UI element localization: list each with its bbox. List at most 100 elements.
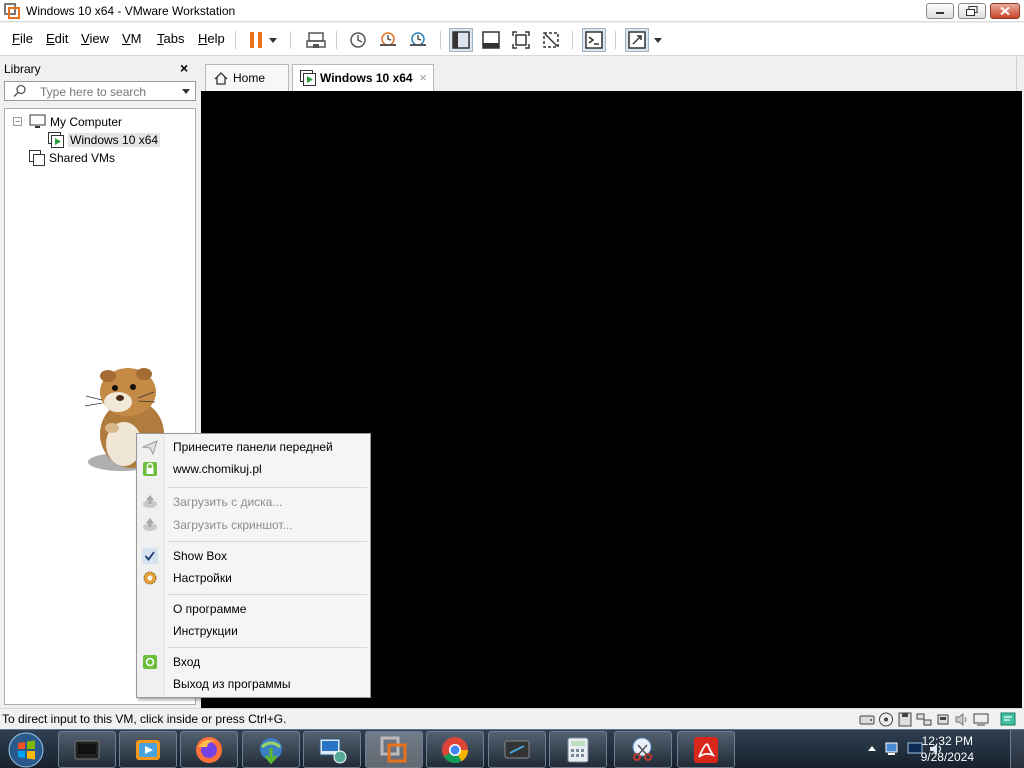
menu-tabs[interactable]: Tabs (157, 31, 184, 46)
screen-capture-icon (504, 740, 530, 758)
stretch-dropdown-button[interactable] (651, 28, 665, 52)
menu-item-label: Show Box (173, 549, 228, 563)
menu-item-upload-screenshot[interactable]: Загрузить скриншот... (137, 514, 370, 536)
library-close-button[interactable]: × (180, 60, 188, 76)
minimize-button[interactable] (926, 3, 954, 19)
menu-item-exit[interactable]: Выход из программы (137, 673, 370, 695)
restore-button[interactable] (958, 3, 986, 19)
hdd-icon[interactable] (859, 712, 875, 727)
menu-view[interactable]: View (81, 31, 109, 46)
network-tray-icon[interactable] (884, 741, 900, 757)
minimize-icon (936, 12, 944, 14)
start-button[interactable] (6, 731, 46, 768)
menu-tabs-label: abs (163, 31, 185, 46)
window-title: Windows 10 x64 - VMware Workstation (26, 4, 236, 18)
tree-item-my-computer[interactable]: My Computer (29, 114, 122, 129)
unity-button[interactable] (539, 28, 563, 52)
thumbnail-bar-button[interactable] (479, 28, 503, 52)
firefox-icon (196, 736, 222, 763)
menu-vm[interactable]: VM (122, 31, 142, 46)
menu-file[interactable]: File (12, 31, 33, 46)
clock-date: 9/28/2024 (920, 750, 974, 764)
menu-item-show-box[interactable]: Show Box (137, 545, 370, 567)
menu-item-about[interactable]: О программе (137, 598, 370, 620)
menu-file-label: ile (19, 31, 33, 46)
search-dropdown-icon[interactable] (182, 89, 190, 94)
menu-help[interactable]: Help (198, 31, 225, 46)
console-icon (585, 31, 603, 49)
take-snapshot-button[interactable] (346, 28, 370, 52)
stretch-guest-button[interactable] (625, 28, 649, 52)
taskbar-app-acrobat[interactable] (677, 731, 735, 768)
taskbar-app-snipping-tool[interactable] (614, 731, 672, 768)
taskbar-app-vmware-tray[interactable] (58, 731, 116, 768)
tab-close-button[interactable]: × (419, 70, 427, 85)
close-window-button[interactable] (990, 3, 1020, 19)
show-hidden-icon[interactable] (868, 745, 876, 751)
snipping-tool-icon (632, 737, 652, 761)
show-library-button[interactable] (449, 28, 473, 52)
menu-separator (167, 541, 367, 542)
power-dropdown-button[interactable] (266, 28, 280, 52)
cd-icon[interactable] (878, 712, 894, 727)
tab-home[interactable]: Home (205, 64, 289, 91)
menu-help-label: elp (207, 31, 225, 46)
taskbar-app-chrome[interactable] (426, 731, 484, 768)
taskbar-app-firefox[interactable] (180, 731, 238, 768)
usb-icon[interactable] (935, 712, 951, 727)
revert-snapshot-button[interactable] (376, 28, 400, 52)
clock[interactable]: 12:32 PM 9/28/2024 (921, 733, 974, 765)
status-bar: To direct input to this VM, click inside… (0, 708, 1024, 729)
console-view-button[interactable] (582, 28, 606, 52)
library-search-input[interactable]: Type here to search (4, 81, 196, 101)
menu-item-instructions[interactable]: Инструкции (137, 620, 370, 642)
pause-button[interactable] (244, 28, 268, 52)
fullscreen-icon (512, 31, 530, 49)
upload-screenshot-icon (143, 518, 157, 531)
menu-edit-label: dit (54, 31, 69, 46)
tree-item-windows-10-x64[interactable]: Windows 10 x64 (48, 132, 161, 148)
menu-item-login[interactable]: Вход (137, 651, 370, 673)
menu-item-chomikuj[interactable]: www.chomikuj.pl (137, 458, 370, 480)
toolbar-separator (615, 31, 616, 49)
show-desktop-button[interactable] (1010, 730, 1024, 768)
menu-item-bring-panels-front[interactable]: Принесите панели передней (137, 436, 370, 458)
taskbar-app-idm[interactable] (242, 731, 300, 768)
upload-disk-icon (143, 495, 157, 508)
menu-edit[interactable]: Edit (46, 31, 68, 46)
toolbar-separator (440, 31, 441, 49)
message-icon[interactable] (1000, 712, 1016, 727)
idm-icon (260, 737, 282, 764)
tab-scroll-area (1016, 57, 1024, 91)
taskbar-app-screen-capture[interactable] (488, 731, 546, 768)
menu-separator (167, 594, 367, 595)
taskbar-app-calculator[interactable] (549, 731, 607, 768)
menu-item-settings[interactable]: Настройки (137, 567, 370, 589)
tab-windows-10-x64[interactable]: Windows 10 x64 × (292, 64, 434, 91)
tree-item-shared-vms[interactable]: Shared VMs (29, 150, 115, 166)
login-icon (143, 655, 157, 669)
taskbar-app-media-player[interactable] (119, 731, 177, 768)
taskbar-app-vmware-workstation[interactable] (365, 731, 423, 768)
tree-collapse-toggle[interactable]: − (13, 117, 22, 126)
menu-item-upload-from-disk[interactable]: Загрузить с диска... (137, 491, 370, 513)
unity-icon (543, 32, 559, 48)
full-screen-button[interactable] (509, 28, 533, 52)
taskbar-app-remote-desktop[interactable] (303, 731, 361, 768)
menu-vm-mnemonic: V (122, 31, 131, 46)
display-icon[interactable] (973, 712, 989, 727)
calculator-icon (567, 737, 589, 762)
restore-icon (966, 6, 978, 16)
menu-vm-label: M (130, 31, 142, 46)
floppy-icon[interactable] (897, 712, 913, 727)
system-tray: 12:32 PM 9/28/2024 (844, 730, 1024, 768)
library-title: Library (4, 62, 41, 76)
tree-label: Windows 10 x64 (68, 133, 161, 147)
snapshot-manager-button[interactable] (406, 28, 430, 52)
menu-file-mnemonic: F (12, 31, 20, 46)
toolbar-separator (572, 31, 573, 49)
network-icon[interactable] (916, 712, 932, 727)
sound-icon[interactable] (954, 712, 970, 727)
send-ctrl-alt-del-button[interactable] (304, 28, 328, 52)
search-placeholder: Type here to search (40, 85, 147, 99)
